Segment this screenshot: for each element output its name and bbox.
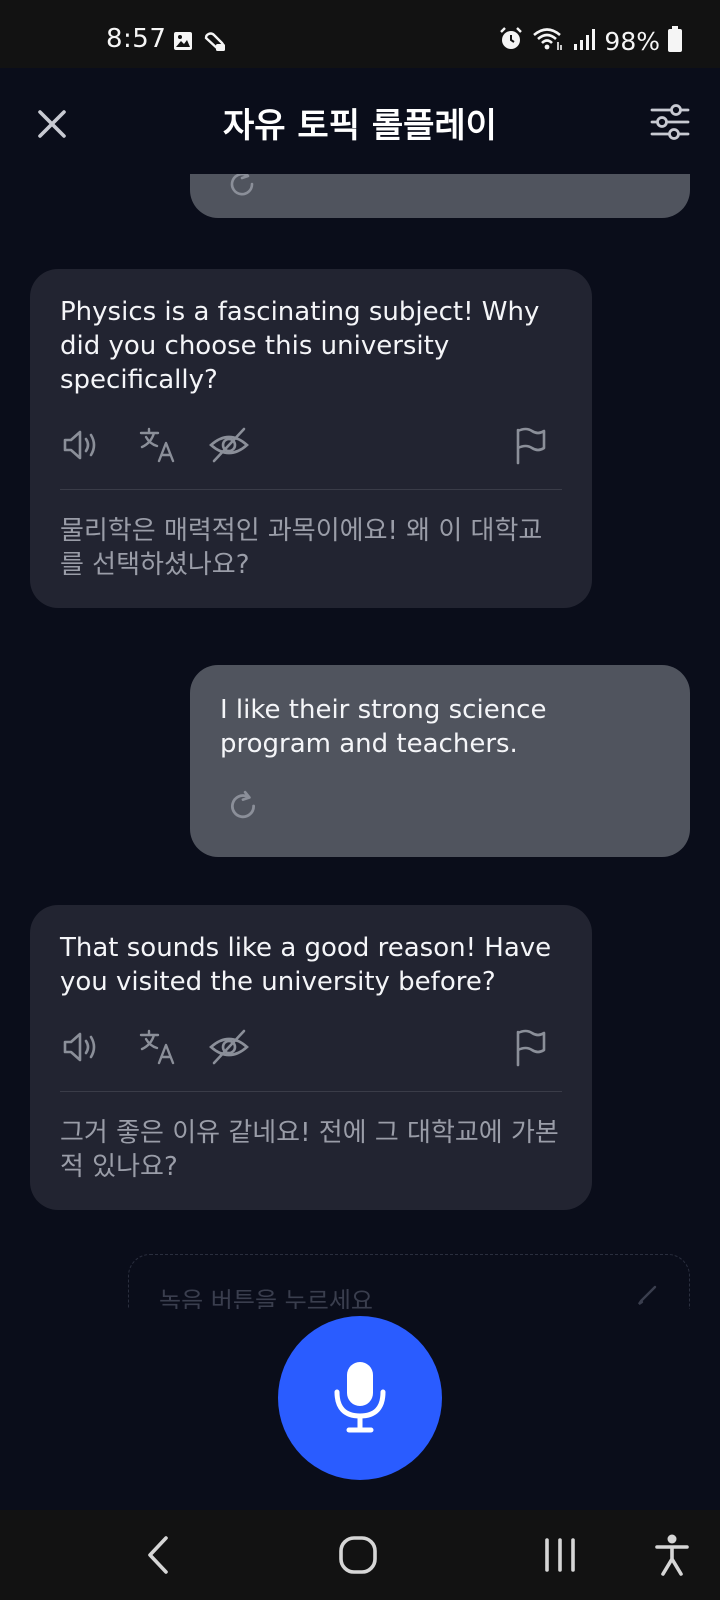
record-hint-text: 녹음 버튼을 누르세요: [159, 1287, 373, 1309]
battery-icon: [668, 26, 682, 56]
status-right-icons: 98%: [498, 26, 682, 56]
settings-button[interactable]: [648, 100, 692, 144]
message-text: I like their strong science program and …: [220, 695, 547, 759]
app-header: 자유 토픽 롤플레이: [0, 68, 720, 174]
status-left-icons: [172, 30, 228, 58]
sliders-icon: [650, 104, 690, 140]
message-ai: Physics is a fascinating subject! Why di…: [30, 269, 592, 608]
message-ai: That sounds like a good reason! Have you…: [30, 905, 592, 1210]
screen: 8:57 98% 자유 토픽 롤플레이 Physics is a fascina…: [0, 0, 720, 1600]
flag-icon[interactable]: [512, 425, 548, 469]
microphone-icon: [334, 1362, 386, 1433]
status-bar: 8:57 98%: [0, 0, 720, 68]
message-translation: 그거 좋은 이유 같네요! 전에 그 대학교에 가본 적 있나요?: [60, 1118, 559, 1182]
image-icon: [172, 30, 194, 58]
home-icon[interactable]: [336, 1532, 380, 1582]
hide-text-icon[interactable]: [208, 425, 250, 469]
speaker-icon[interactable]: [60, 1027, 100, 1071]
retry-icon[interactable]: [226, 174, 258, 200]
message-translation: 물리학은 매력적인 과목이에요! 왜 이 대학교를 선택하셨나요?: [60, 516, 543, 580]
vpn-icon: [202, 30, 228, 58]
flag-icon[interactable]: [512, 1027, 548, 1071]
accessibility-icon[interactable]: [652, 1532, 692, 1582]
divider: [60, 1091, 562, 1092]
page-title: 자유 토픽 롤플레이: [223, 106, 497, 146]
speaker-icon[interactable]: [60, 425, 100, 469]
retry-icon[interactable]: [226, 789, 260, 827]
record-button[interactable]: [278, 1316, 442, 1480]
message-actions: [60, 425, 562, 465]
translate-icon[interactable]: [138, 1027, 178, 1071]
wifi-icon: [532, 26, 564, 56]
back-icon[interactable]: [140, 1532, 180, 1582]
hide-text-icon[interactable]: [208, 1027, 250, 1071]
battery-percent: 98%: [604, 26, 660, 56]
message-actions: [60, 1027, 562, 1067]
message-user: I like their strong science program and …: [190, 665, 690, 857]
message-text: Physics is a fascinating subject! Why di…: [60, 297, 540, 395]
pencil-icon: [635, 1279, 663, 1309]
translate-icon[interactable]: [138, 425, 178, 469]
chat-area[interactable]: Physics is a fascinating subject! Why di…: [0, 174, 720, 1309]
message-actions: [220, 789, 660, 829]
system-nav-bar: [0, 1510, 720, 1600]
record-hint-box: 녹음 버튼을 누르세요: [128, 1254, 690, 1309]
status-time: 8:57: [106, 24, 167, 54]
recent-apps-icon[interactable]: [540, 1532, 580, 1582]
alarm-icon: [498, 26, 524, 56]
message-text: That sounds like a good reason! Have you…: [60, 933, 552, 997]
divider: [60, 489, 562, 490]
message-user-previous: [190, 174, 690, 218]
signal-icon: [572, 27, 596, 55]
